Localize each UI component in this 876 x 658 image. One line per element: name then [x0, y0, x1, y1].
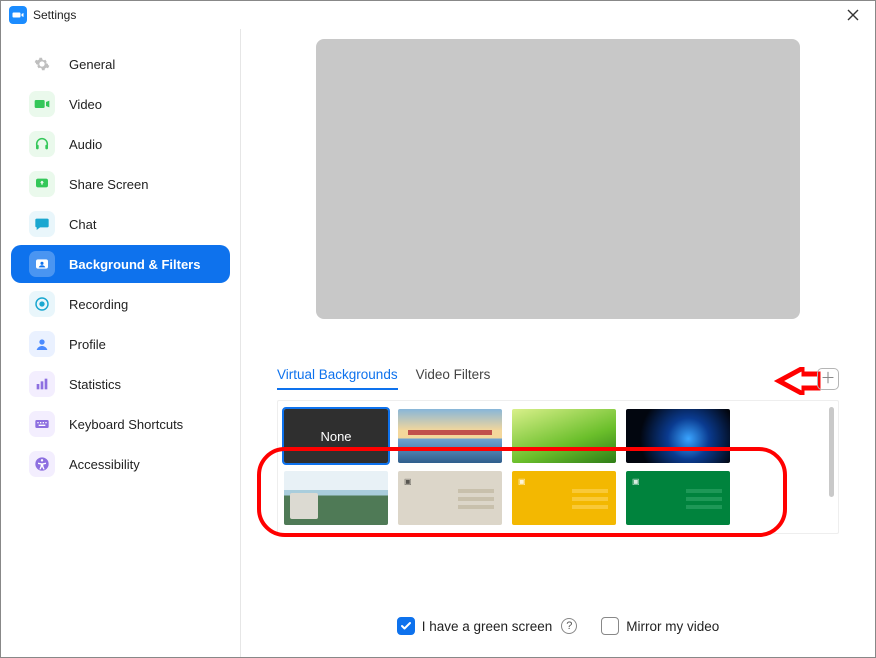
background-thumb-none[interactable]: None — [284, 409, 388, 463]
sidebar-item-statistics[interactable]: Statistics — [11, 365, 230, 403]
video-preview — [316, 39, 800, 319]
profile-icon — [29, 331, 55, 357]
window-title: Settings — [33, 8, 76, 22]
sidebar-item-label: Recording — [69, 297, 128, 312]
keyboard-icon — [29, 411, 55, 437]
settings-window: Settings General Video — [0, 0, 876, 658]
sidebar-item-recording[interactable]: Recording — [11, 285, 230, 323]
background-thumb-campus[interactable] — [284, 471, 388, 525]
sidebar-item-accessibility[interactable]: Accessibility — [11, 445, 230, 483]
sidebar-item-label: Chat — [69, 217, 96, 232]
accessibility-icon — [29, 451, 55, 477]
checkbox-mirror-video[interactable]: Mirror my video — [601, 617, 719, 635]
background-thumb-slide-green[interactable]: ▣ — [626, 471, 730, 525]
bar-chart-icon — [29, 371, 55, 397]
sidebar-item-label: Background & Filters — [69, 257, 200, 272]
sidebar-item-share-screen[interactable]: Share Screen — [11, 165, 230, 203]
sidebar-item-label: Share Screen — [69, 177, 149, 192]
background-thumb-grass[interactable] — [512, 409, 616, 463]
sidebar: General Video Audio Share Screen — [1, 29, 241, 657]
sidebar-item-label: Profile — [69, 337, 106, 352]
sidebar-item-label: General — [69, 57, 115, 72]
checkbox-label: Mirror my video — [626, 619, 719, 634]
scrollbar-thumb[interactable] — [829, 407, 834, 497]
record-icon — [29, 291, 55, 317]
close-icon — [847, 9, 859, 21]
sidebar-item-background-filters[interactable]: Background & Filters — [11, 245, 230, 283]
plus-icon: ＋ — [820, 371, 835, 386]
checkbox-icon — [601, 617, 619, 635]
sidebar-item-chat[interactable]: Chat — [11, 205, 230, 243]
checkbox-green-screen[interactable]: I have a green screen ? — [397, 617, 578, 635]
video-icon — [29, 91, 55, 117]
background-thumbnails: None ▣ ▣ ▣ — [277, 400, 839, 534]
checkbox-icon — [397, 617, 415, 635]
tab-virtual-backgrounds[interactable]: Virtual Backgrounds — [277, 367, 398, 390]
sidebar-item-keyboard-shortcuts[interactable]: Keyboard Shortcuts — [11, 405, 230, 443]
background-thumb-slide-yellow[interactable]: ▣ — [512, 471, 616, 525]
sidebar-item-profile[interactable]: Profile — [11, 325, 230, 363]
sidebar-item-label: Video — [69, 97, 102, 112]
sidebar-item-video[interactable]: Video — [11, 85, 230, 123]
tabs-row: Virtual Backgrounds Video Filters ＋ — [277, 367, 839, 390]
add-background-button[interactable]: ＋ — [817, 368, 839, 390]
sidebar-item-label: Keyboard Shortcuts — [69, 417, 183, 432]
background-thumb-earth[interactable] — [626, 409, 730, 463]
checkbox-label: I have a green screen — [422, 619, 553, 634]
main-content: Virtual Backgrounds Video Filters ＋ None — [241, 29, 875, 657]
thumb-none-label: None — [320, 429, 351, 444]
close-button[interactable] — [839, 1, 867, 29]
app-icon — [9, 6, 27, 24]
tab-video-filters[interactable]: Video Filters — [416, 367, 491, 390]
titlebar: Settings — [1, 1, 875, 29]
background-thumb-golden-gate[interactable] — [398, 409, 502, 463]
chat-icon — [29, 211, 55, 237]
share-screen-icon — [29, 171, 55, 197]
sidebar-item-label: Audio — [69, 137, 102, 152]
options-row: I have a green screen ? Mirror my video — [241, 617, 875, 635]
sidebar-item-audio[interactable]: Audio — [11, 125, 230, 163]
help-icon[interactable]: ? — [561, 618, 577, 634]
sidebar-item-general[interactable]: General — [11, 45, 230, 83]
gear-icon — [29, 51, 55, 77]
person-card-icon — [29, 251, 55, 277]
sidebar-item-label: Accessibility — [69, 457, 140, 472]
headphones-icon — [29, 131, 55, 157]
background-thumb-slide-beige[interactable]: ▣ — [398, 471, 502, 525]
sidebar-item-label: Statistics — [69, 377, 121, 392]
